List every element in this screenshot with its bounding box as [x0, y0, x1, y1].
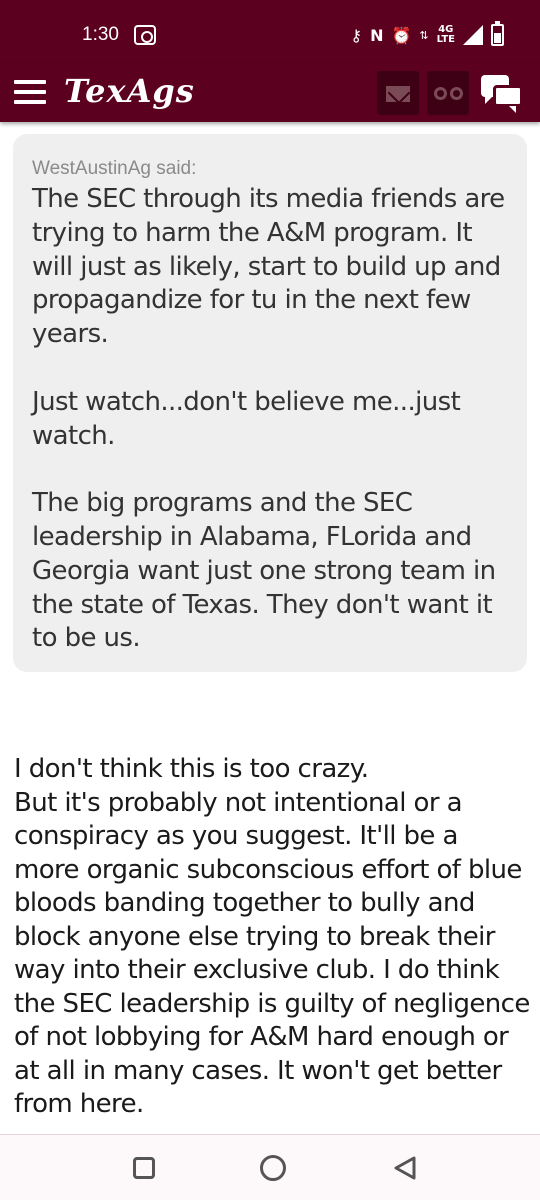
recents-button[interactable] [133, 1157, 155, 1179]
battery-icon [491, 21, 504, 46]
reply-line: I don't think this is too crazy. [14, 754, 369, 784]
quote-paragraph: Just watch...don't believe me...just wat… [32, 386, 461, 451]
status-time: 1:30 [82, 24, 119, 45]
network-type: 4G LTE [436, 24, 455, 45]
chat-icon[interactable] [481, 75, 525, 113]
signal-icon [463, 25, 483, 45]
messages-button[interactable] [377, 71, 419, 115]
nfc-icon: N [370, 25, 384, 45]
home-button[interactable] [260, 1155, 286, 1181]
quote-paragraph: The big programs and the SEC leadership … [32, 488, 496, 654]
quote-author: WestAustinAg said: [32, 158, 197, 179]
data-arrows-icon: ⇅ [419, 28, 429, 42]
reply-body: I don't think this is too crazy. But it'… [14, 753, 530, 1122]
status-icons: ⚷ N ⏰ ⇅ 4G LTE [350, 21, 504, 48]
status-bar: 1:30 ⚷ N ⏰ ⇅ 4G LTE [0, 0, 540, 64]
back-button[interactable] [392, 1155, 418, 1181]
key-icon: ⚷ [350, 25, 363, 45]
back-triangle-icon [394, 1156, 416, 1180]
alarm-icon: ⏰ [391, 25, 412, 45]
texags-logo[interactable]: TexAgs [64, 72, 195, 110]
watch-button[interactable] [427, 71, 469, 115]
quote-block: WestAustinAg said: The SEC through its m… [13, 134, 527, 672]
system-nav-bar [0, 1135, 540, 1200]
quote-body: The SEC through its media friends are tr… [32, 183, 516, 656]
app-header: TexAgs [0, 64, 540, 122]
reply-line: But it's probably not intentional or a c… [14, 787, 530, 1120]
mail-icon [386, 86, 410, 102]
quote-paragraph: The SEC through its media friends are tr… [32, 184, 505, 350]
menu-icon[interactable] [14, 80, 46, 104]
cast-icon [134, 25, 156, 45]
binoculars-icon [434, 87, 464, 101]
